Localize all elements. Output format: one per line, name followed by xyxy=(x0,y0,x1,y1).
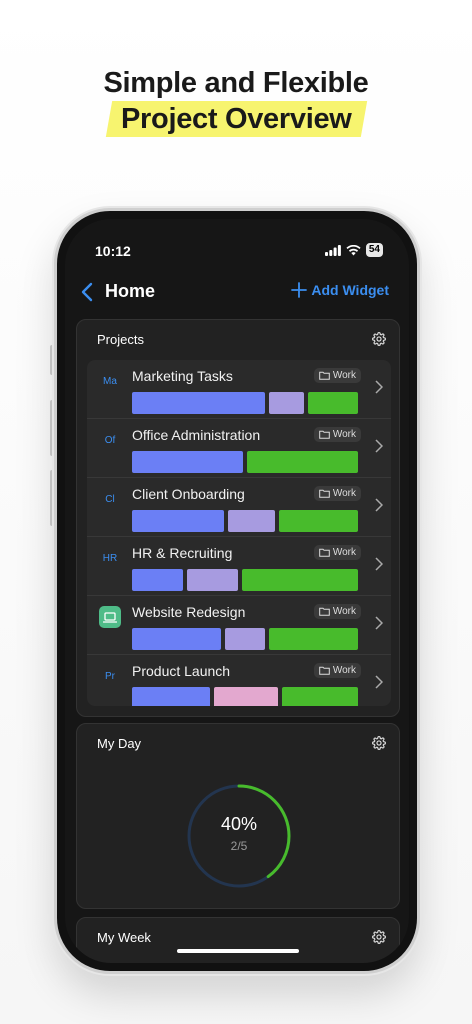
progress-segment xyxy=(132,569,184,591)
progress-percent: 40% xyxy=(220,814,258,834)
project-name: Website Redesign xyxy=(132,604,246,620)
progress-fraction: 2/5 xyxy=(230,839,248,853)
progress-segment xyxy=(279,510,358,532)
folder-icon xyxy=(319,371,330,380)
project-name: Product Launch xyxy=(132,663,231,679)
home-indicator[interactable] xyxy=(177,949,299,953)
progress-segment xyxy=(187,569,239,591)
project-row[interactable]: Pr Product Launch Work xyxy=(87,655,391,706)
folder-icon xyxy=(319,548,330,557)
project-name: Client Onboarding xyxy=(132,486,245,502)
headline: Simple and Flexible Project Overview xyxy=(0,64,472,137)
my-day-widget: My Day 40% 2/5 xyxy=(76,723,400,909)
progress-segment xyxy=(268,392,305,414)
progress-bars xyxy=(132,451,358,473)
page-title: Home xyxy=(105,281,156,301)
progress-segment xyxy=(132,392,265,414)
progress-ring: 40% 2/5 xyxy=(185,782,293,890)
back-chevron-icon[interactable] xyxy=(81,282,93,302)
headline-line-2-highlight: Project Overview xyxy=(105,101,367,137)
project-row[interactable]: Website Redesign Work xyxy=(87,596,391,655)
project-tag[interactable]: Work xyxy=(313,545,361,560)
project-tag[interactable]: Work xyxy=(313,486,361,501)
chevron-right-icon[interactable] xyxy=(375,498,383,512)
phone-screen: 10:12 54 Home Add Widget Projects Ma Mar… xyxy=(65,219,409,963)
project-name: HR & Recruiting xyxy=(132,545,233,561)
chevron-right-icon[interactable] xyxy=(375,616,383,630)
my-week-widget-title: My Week xyxy=(97,930,151,945)
project-tag[interactable]: Work xyxy=(313,663,361,678)
project-abbreviation: Ma xyxy=(103,376,117,387)
progress-segment xyxy=(213,687,279,706)
status-time: 10:12 xyxy=(95,243,131,259)
gear-icon[interactable] xyxy=(372,332,386,346)
nav-bar: Home Add Widget xyxy=(65,277,409,307)
chevron-right-icon[interactable] xyxy=(375,380,383,394)
headline-line-1: Simple and Flexible xyxy=(103,67,369,99)
phone-frame: 10:12 54 Home Add Widget Projects Ma Mar… xyxy=(54,208,420,974)
projects-widget-title: Projects xyxy=(97,332,144,347)
project-abbreviation: Of xyxy=(104,435,116,446)
progress-bars xyxy=(132,510,358,532)
progress-segment xyxy=(132,628,221,650)
folder-icon xyxy=(319,607,330,616)
chevron-right-icon[interactable] xyxy=(375,439,383,453)
project-tag[interactable]: Work xyxy=(313,604,361,619)
battery-icon: 54 xyxy=(365,243,383,257)
project-row[interactable]: Cl Client Onboarding Work xyxy=(87,478,391,537)
project-tag[interactable]: Work xyxy=(313,427,361,442)
chevron-right-icon[interactable] xyxy=(375,675,383,689)
progress-segment xyxy=(228,510,276,532)
progress-segment xyxy=(269,628,358,650)
progress-segment xyxy=(242,569,358,591)
project-tag-label: Work xyxy=(332,665,356,676)
project-name: Marketing Tasks xyxy=(132,368,233,384)
project-tag-label: Work xyxy=(332,429,356,440)
laptop-icon xyxy=(99,606,121,628)
gear-icon[interactable] xyxy=(372,930,386,944)
headline-line-2: Project Overview xyxy=(120,103,352,135)
add-widget-label: Add Widget xyxy=(311,282,389,298)
folder-icon xyxy=(319,666,330,675)
progress-bars xyxy=(132,392,358,414)
chevron-right-icon[interactable] xyxy=(375,557,383,571)
progress-segment xyxy=(247,451,358,473)
progress-bars xyxy=(132,569,358,591)
progress-bars xyxy=(132,687,358,706)
project-tag-label: Work xyxy=(332,488,356,499)
projects-widget: Projects Ma Marketing Tasks Work Of Offi… xyxy=(76,319,400,717)
gear-icon[interactable] xyxy=(372,736,386,750)
progress-segment xyxy=(308,392,358,414)
project-row[interactable]: Ma Marketing Tasks Work xyxy=(87,360,391,419)
folder-icon xyxy=(319,430,330,439)
folder-icon xyxy=(319,489,330,498)
my-week-widget: My Week xyxy=(76,917,400,963)
project-tag-label: Work xyxy=(332,370,356,381)
project-abbreviation: HR xyxy=(102,553,118,564)
progress-segment xyxy=(132,451,243,473)
status-icons: 54 xyxy=(324,243,383,257)
project-row[interactable]: HR HR & Recruiting Work xyxy=(87,537,391,596)
progress-segment xyxy=(132,510,225,532)
project-tag[interactable]: Work xyxy=(313,368,361,383)
signal-icon xyxy=(324,244,341,256)
project-row[interactable]: Of Office Administration Work xyxy=(87,419,391,478)
project-list: Ma Marketing Tasks Work Of Office Admini… xyxy=(87,360,391,706)
status-bar: 10:12 54 xyxy=(65,219,409,265)
project-tag-label: Work xyxy=(332,547,356,558)
progress-bars xyxy=(132,628,358,650)
wifi-icon xyxy=(346,244,361,255)
progress-segment xyxy=(132,687,210,706)
plus-icon xyxy=(291,282,308,298)
add-widget-button[interactable]: Add Widget xyxy=(291,282,389,298)
project-name: Office Administration xyxy=(132,427,261,443)
progress-segment xyxy=(282,687,358,706)
project-abbreviation: Pr xyxy=(105,671,115,682)
project-tag-label: Work xyxy=(332,606,356,617)
project-abbreviation: Cl xyxy=(105,494,115,505)
my-day-widget-title: My Day xyxy=(97,736,142,751)
progress-segment xyxy=(224,628,265,650)
